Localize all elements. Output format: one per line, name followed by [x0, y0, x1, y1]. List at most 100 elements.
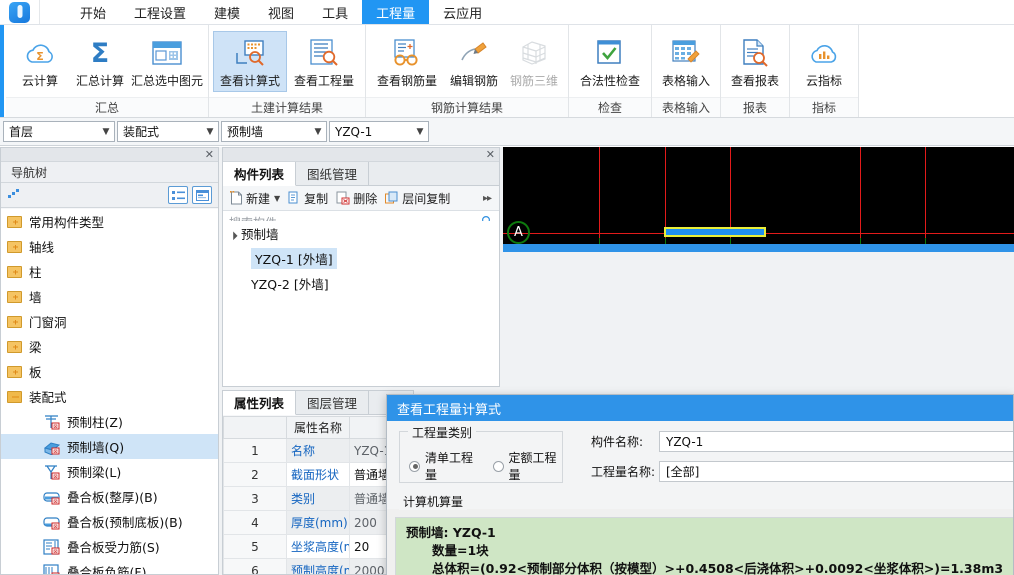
property-row[interactable]: 5坐浆高度(mm)20: [223, 534, 413, 559]
ribbon-group-buttons: 表格输入: [652, 25, 720, 97]
property-row[interactable]: 4 厚度(mm) 200: [223, 510, 413, 535]
ribbon-button-label: 钢筋三维: [509, 74, 558, 88]
component-toolbar-label: 复制: [304, 191, 329, 206]
tab-component-1[interactable]: 图纸管理: [296, 162, 370, 185]
component-toolbar-层间复制[interactable]: 层间复制: [381, 190, 454, 207]
calc-legend-wrap: 计算机算量: [387, 493, 1013, 510]
nav-tree-item-7[interactable]: 装配式: [1, 384, 218, 409]
component-name-selector[interactable]: YZQ-1 ▼: [329, 121, 429, 142]
component-toolbar-删除[interactable]: 删除: [332, 190, 381, 207]
comp-wall-icon: ⊠: [43, 439, 60, 455]
calc-line: 数量=1块: [432, 543, 489, 558]
cad-scrollbar[interactable]: [503, 244, 1014, 252]
menu-item-3[interactable]: 视图: [254, 0, 308, 24]
folder-icon: [7, 365, 22, 378]
ribbon-button-表格输入[interactable]: 表格输入: [656, 31, 716, 92]
nav-tree-item-12[interactable]: ⊠ 叠合板(预制底板)(B): [1, 509, 218, 534]
radio-button-icon[interactable]: [409, 460, 420, 472]
nav-tree-item-10[interactable]: ⊠ 预制梁(L): [1, 459, 218, 484]
component-tree-item-2[interactable]: YZQ-2 [外墙]: [223, 271, 499, 296]
cad-drawing-view[interactable]: A: [503, 147, 1014, 252]
component-tree-item-0[interactable]: ◢ 预制墙: [223, 221, 499, 246]
ribbon-button-汇总计算[interactable]: Σ 汇总计算: [70, 31, 130, 92]
quantity-type-radio-1[interactable]: 定额工程量: [492, 449, 563, 483]
selector-bar: 首层 ▼ 装配式 ▼ 预制墙 ▼ YZQ-1 ▼: [0, 118, 1014, 146]
ribbon-button-查看钢筋量[interactable]: 查看钢筋量: [370, 31, 444, 92]
menu-item-2[interactable]: 建模: [200, 0, 254, 24]
nav-tree-item-8[interactable]: ⊠ 预制柱(Z): [1, 409, 218, 434]
close-icon[interactable]: ✕: [486, 149, 495, 160]
ribbon-button-查看计算式[interactable]: 查看计算式: [213, 31, 287, 92]
workspace: A ✕ 导航树 常用构件类型 轴线柱墙门窗洞梁板装配式 ⊠ 预制柱(Z) ⊠ 预制墙(Q)…: [0, 147, 1014, 575]
menu-item-5[interactable]: 工程量: [362, 0, 430, 24]
dialog-field-input[interactable]: YZQ-1: [659, 431, 1013, 452]
chevron-down-icon: ▼: [102, 126, 110, 137]
tab-property-1[interactable]: 图层管理: [296, 391, 370, 414]
nav-tree-item-0[interactable]: 常用构件类型: [1, 209, 218, 234]
dialog-field-input[interactable]: [全部]: [659, 461, 1013, 482]
component-tree-body[interactable]: ◢ 预制墙 YZQ-1 [外墙] YZQ-2 [外墙]: [223, 221, 499, 386]
ribbon-button-云计算[interactable]: Σ 云计算: [10, 31, 70, 92]
menu-item-4[interactable]: 工具: [308, 0, 362, 24]
nav-tree-body[interactable]: 常用构件类型 轴线柱墙门窗洞梁板装配式 ⊠ 预制柱(Z) ⊠ 预制墙(Q) ⊠ 预制梁(L) ⊠…: [1, 209, 218, 574]
view-rebar-icon: [392, 35, 422, 71]
nav-tree-item-13[interactable]: ⊠ 叠合板受力筋(S): [1, 534, 218, 559]
nav-tree-item-11[interactable]: ⊠ 叠合板(整厚)(B): [1, 484, 218, 509]
nav-tree-item-label: 叠合板受力筋(S): [67, 540, 160, 555]
tab-component-0[interactable]: 构件列表: [223, 162, 297, 186]
nav-tree-item-4[interactable]: 门窗洞: [1, 309, 218, 334]
nav-tree-item-label: 常用构件类型: [29, 215, 105, 230]
nav-tree-title: 导航树: [1, 162, 218, 183]
nav-tree-item-9[interactable]: ⊠ 预制墙(Q): [1, 434, 218, 459]
nav-tree-item-label: 轴线: [29, 240, 55, 255]
chevron-down-icon[interactable]: ▼: [274, 194, 280, 203]
ribbon-button-编辑钢筋[interactable]: 编辑钢筋: [444, 31, 504, 92]
menu-item-6[interactable]: 云应用: [429, 0, 496, 24]
category-selector[interactable]: 装配式 ▼: [117, 121, 219, 142]
app-logo-container: [0, 0, 40, 24]
property-row[interactable]: 1 名称 YZQ-1: [223, 438, 413, 463]
nav-tree-item-3[interactable]: 墙: [1, 284, 218, 309]
check-mark-icon: [595, 35, 625, 71]
ribbon-group-buttons: 查看钢筋量 编辑钢筋 钢筋三维: [366, 25, 568, 97]
ribbon-button-查看工程量[interactable]: 查看工程量: [287, 31, 361, 92]
component-type-selector-value: 预制墙: [227, 125, 264, 139]
nav-tree-item-2[interactable]: 柱: [1, 259, 218, 284]
radio-button-icon[interactable]: [492, 460, 504, 472]
menu-item-1[interactable]: 工程设置: [120, 0, 200, 24]
chevrons-right-icon[interactable]: ▸▸: [483, 193, 496, 204]
property-row[interactable]: 3 类别 普通墙板: [223, 486, 413, 511]
svg-text:⊠: ⊠: [53, 449, 58, 455]
folder-icon: [7, 240, 22, 253]
quantity-type-radio-0[interactable]: 清单工程量: [409, 449, 479, 483]
ribbon-button-合法性检查[interactable]: 合法性检查: [573, 31, 647, 92]
nav-tree-item-5[interactable]: 梁: [1, 334, 218, 359]
close-icon[interactable]: ✕: [205, 149, 214, 160]
component-toolbar-复制[interactable]: 复制: [284, 190, 332, 207]
component-tree-item-1[interactable]: YZQ-1 [外墙]: [223, 246, 499, 271]
tab-property-0[interactable]: 属性列表: [223, 391, 297, 415]
add-node-icon[interactable]: [7, 188, 23, 202]
calculation-formula-area[interactable]: 预制墙: YZQ-1 数量=1块 总体积=(0.92<预制部分体积（按模型）>+0.…: [395, 517, 1013, 575]
property-row[interactable]: 6预制高度(mm)2000: [223, 558, 413, 574]
menu-item-0[interactable]: 开始: [66, 0, 120, 24]
detail-view-icon[interactable]: [192, 186, 212, 204]
ribbon-button-label: 汇总选中图元: [131, 74, 204, 88]
component-type-selector[interactable]: 预制墙 ▼: [221, 121, 327, 142]
prefab-wall-element[interactable]: [664, 227, 766, 237]
nav-tree-item-1[interactable]: 轴线: [1, 234, 218, 259]
dialog-title: 查看工程量计算式: [387, 395, 1013, 421]
ribbon-button-汇总选中图元[interactable]: 汇总选中图元: [130, 31, 204, 92]
property-list-tabs: 属性列表 图层管理: [223, 391, 413, 415]
quantity-type-radio-label: 清单工程量: [425, 451, 474, 482]
ribbon-button-查看报表[interactable]: 查看报表: [725, 31, 785, 92]
nav-tree-item-6[interactable]: 板: [1, 359, 218, 384]
ribbon-button-云指标[interactable]: 云指标: [794, 31, 854, 92]
nav-tree-item-14[interactable]: ⊠ 叠合板负筋(F): [1, 559, 218, 574]
property-row[interactable]: 2 截面形状 普通墙板: [223, 462, 413, 487]
ribbon-button-label: 汇总计算: [75, 74, 124, 88]
list-view-icon[interactable]: [168, 186, 188, 204]
component-tree-item-label: YZQ-2 [外墙]: [251, 277, 329, 292]
floor-selector[interactable]: 首层 ▼: [3, 121, 115, 142]
component-toolbar-新建[interactable]: 新建 ▼: [226, 190, 284, 207]
